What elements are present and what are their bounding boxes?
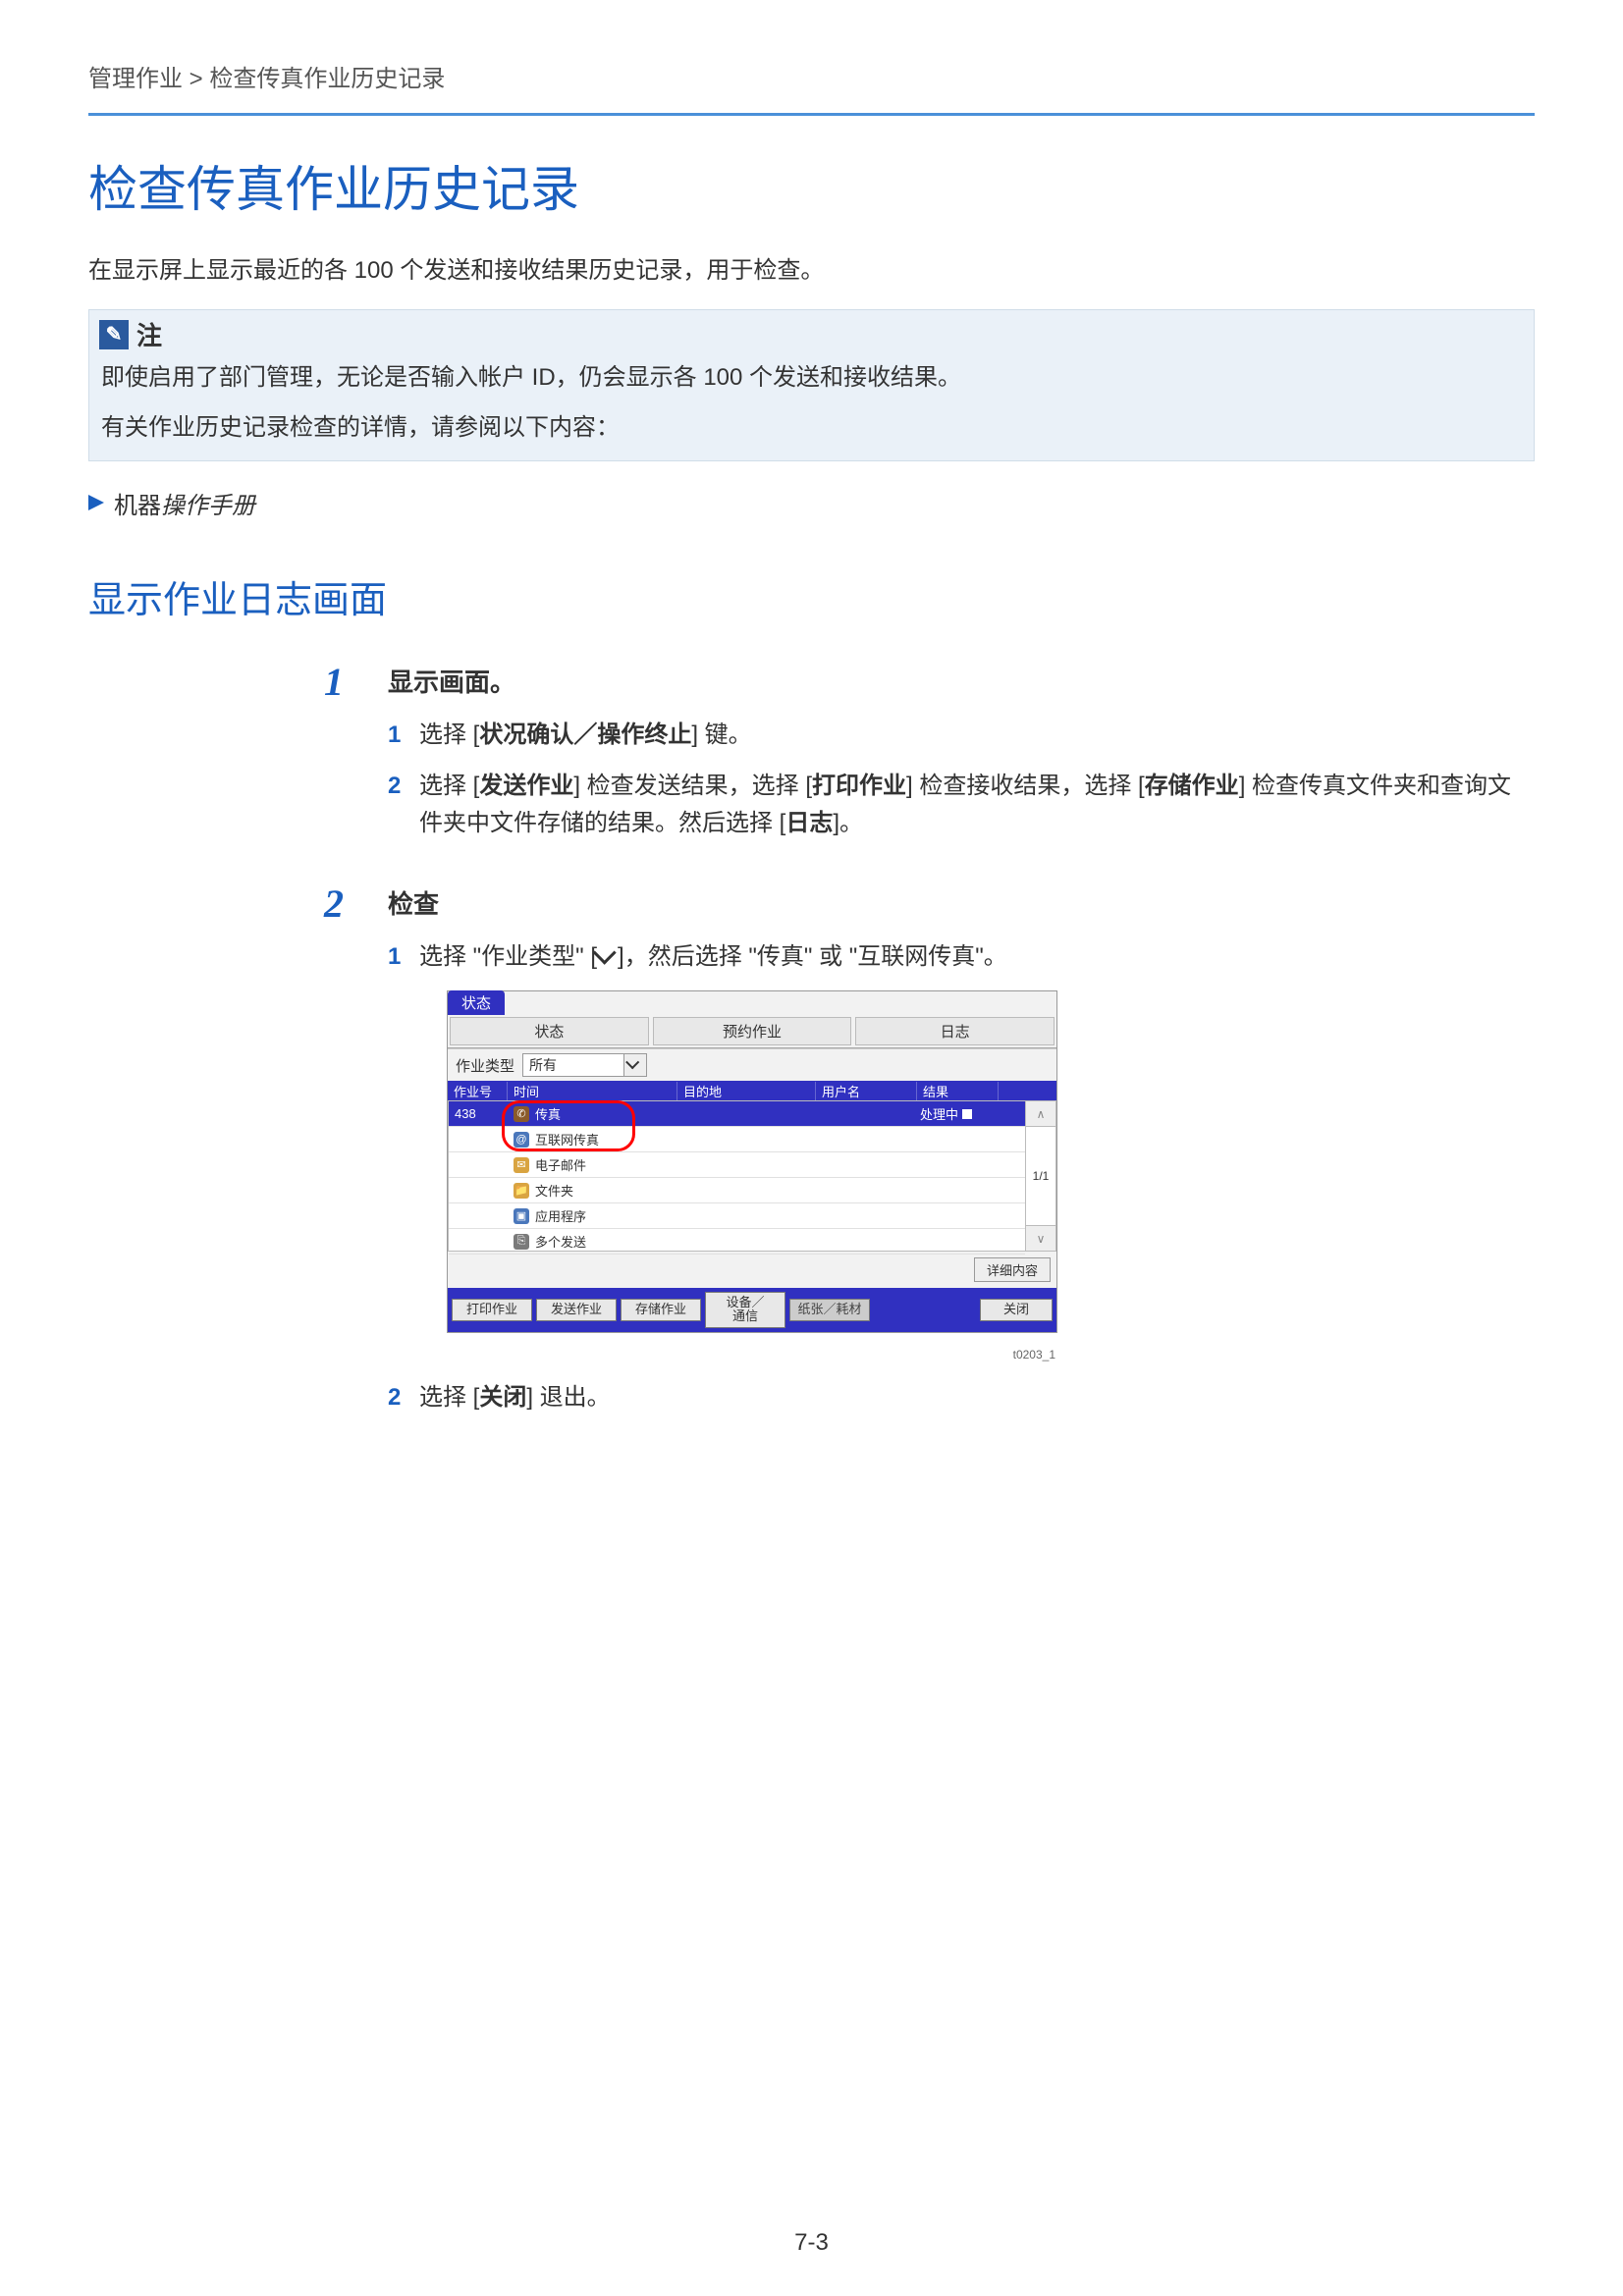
ui-row-option-folder[interactable]: 📁文件夹 bbox=[449, 1178, 1025, 1203]
ui-jobtype-label: 作业类型 bbox=[456, 1055, 514, 1076]
ui-jobtype-value: 所有 bbox=[523, 1055, 623, 1075]
sub-num: 1 bbox=[388, 938, 406, 976]
sub-num: 1 bbox=[388, 717, 406, 754]
ui-tab-status[interactable]: 状态 bbox=[450, 1017, 649, 1045]
ui-tab-reserved[interactable]: 预约作业 bbox=[653, 1017, 852, 1045]
ui-th-dest: 目的地 bbox=[677, 1082, 816, 1100]
ui-detail-button[interactable]: 详细内容 bbox=[974, 1257, 1051, 1282]
note-label: 注 bbox=[136, 316, 162, 352]
ui-job-list: 438 ✆ 传真 处理中 @互联网传真 ✉电子邮件 bbox=[448, 1100, 1056, 1252]
step-2-title: 检查 bbox=[388, 884, 1535, 921]
step-2: 2 检查 1 选择 "作业类型" []，然后选择 "传真" 或 "互联网传真"。… bbox=[324, 884, 1535, 1430]
ui-bottom-tab-send[interactable]: 发送作业 bbox=[536, 1299, 617, 1320]
ui-th-time: 时间 bbox=[508, 1082, 677, 1100]
step-1-item-2: 2 选择 [发送作业] 检查发送结果，选择 [打印作业] 检查接收结果，选择 [… bbox=[388, 768, 1535, 843]
ui-row-option-multi[interactable]: ⎘多个发送 bbox=[449, 1229, 1025, 1255]
ui-scroll-up[interactable]: ∧ bbox=[1026, 1101, 1055, 1127]
ui-th-jobno: 作业号 bbox=[448, 1082, 508, 1100]
ui-bottom-tab-device[interactable]: 设备／ 通信 bbox=[705, 1292, 785, 1328]
ui-status-tab[interactable]: 状态 bbox=[448, 990, 505, 1015]
ui-jobtype-select[interactable]: 所有 bbox=[522, 1053, 647, 1077]
ui-scrollbar: ∧ 1/1 ∨ bbox=[1025, 1101, 1055, 1251]
device-ui-figure: 状态 状态 预约作业 日志 作业类型 所有 作业号 时间 目的地 bbox=[447, 990, 1057, 1333]
internet-fax-icon: @ bbox=[514, 1132, 529, 1148]
reference-row: 机器操作手册 bbox=[88, 486, 1535, 520]
ui-bottom-close-button[interactable]: 关闭 bbox=[980, 1299, 1053, 1320]
folder-icon: 📁 bbox=[514, 1183, 529, 1199]
sub-num: 2 bbox=[388, 1379, 406, 1416]
step-2-item-2: 2 选择 [关闭] 退出。 bbox=[388, 1379, 1535, 1416]
ui-bottom-tab-print[interactable]: 打印作业 bbox=[452, 1299, 532, 1320]
ui-bottom-tab-store[interactable]: 存储作业 bbox=[621, 1299, 701, 1320]
page-title: 检查传真作业历史记录 bbox=[88, 150, 1535, 221]
step-number-1: 1 bbox=[324, 663, 353, 857]
ui-row-option-email[interactable]: ✉电子邮件 bbox=[449, 1152, 1025, 1178]
step-1: 1 显示画面。 1 选择 [状况确认／操作终止] 键。 2 选择 [发送作业] … bbox=[324, 663, 1535, 857]
ui-page-indicator: 1/1 bbox=[1026, 1127, 1055, 1225]
page-number: 7-3 bbox=[0, 2229, 1623, 2257]
ui-jobtype-dropdown-button[interactable] bbox=[623, 1054, 646, 1076]
ui-row-option-app[interactable]: ▣应用程序 bbox=[449, 1203, 1025, 1229]
step-1-item-1: 1 选择 [状况确认／操作终止] 键。 bbox=[388, 717, 1535, 754]
ui-row-selected[interactable]: 438 ✆ 传真 处理中 bbox=[449, 1101, 1025, 1127]
note-icon: ✎ bbox=[99, 320, 129, 349]
email-icon: ✉ bbox=[514, 1157, 529, 1173]
ui-scroll-down[interactable]: ∨ bbox=[1026, 1225, 1055, 1251]
multi-send-icon: ⎘ bbox=[514, 1234, 529, 1250]
step-2-item-1: 1 选择 "作业类型" []，然后选择 "传真" 或 "互联网传真"。 bbox=[388, 938, 1535, 976]
application-icon: ▣ bbox=[514, 1208, 529, 1224]
section-title: 显示作业日志画面 bbox=[88, 569, 1535, 623]
step-number-2: 2 bbox=[324, 884, 353, 1430]
ui-th-result: 结果 bbox=[917, 1082, 999, 1100]
ui-table-header: 作业号 时间 目的地 用户名 结果 bbox=[448, 1081, 1056, 1100]
figure-code: t0203_1 bbox=[447, 1348, 1057, 1362]
ui-row-option-ifax[interactable]: @互联网传真 bbox=[449, 1127, 1025, 1152]
reference-prefix: 机器 bbox=[114, 493, 161, 519]
note-line-1: 即使启用了部门管理，无论是否输入帐户 ID，仍会显示各 100 个发送和接收结果… bbox=[101, 358, 1522, 399]
note-box: ✎ 注 即使启用了部门管理，无论是否输入帐户 ID，仍会显示各 100 个发送和… bbox=[88, 309, 1535, 461]
ui-cell-result: 处理中 bbox=[920, 1107, 958, 1122]
step-1-title: 显示画面。 bbox=[388, 663, 1535, 699]
ui-option-fax: 传真 bbox=[535, 1104, 561, 1123]
ui-th-user: 用户名 bbox=[816, 1082, 917, 1100]
intro-paragraph: 在显示屏上显示最近的各 100 个发送和接收结果历史记录，用于检查。 bbox=[88, 250, 1535, 285]
note-line-2: 有关作业历史记录检查的详情，请参阅以下内容： bbox=[101, 408, 1522, 449]
arrow-icon bbox=[88, 495, 104, 510]
ui-cell-jobno: 438 bbox=[449, 1106, 508, 1121]
section-divider bbox=[88, 113, 1535, 116]
ui-bottom-tab-paper[interactable]: 纸张／耗材 bbox=[789, 1299, 870, 1320]
breadcrumb: 管理作业 > 检查传真作业历史记录 bbox=[88, 59, 1535, 113]
sub-num: 2 bbox=[388, 768, 406, 843]
chevron-down-icon bbox=[625, 1055, 639, 1069]
fax-icon: ✆ bbox=[514, 1106, 529, 1122]
ui-tab-log[interactable]: 日志 bbox=[855, 1017, 1055, 1045]
reference-manual: 操作手册 bbox=[161, 493, 255, 519]
